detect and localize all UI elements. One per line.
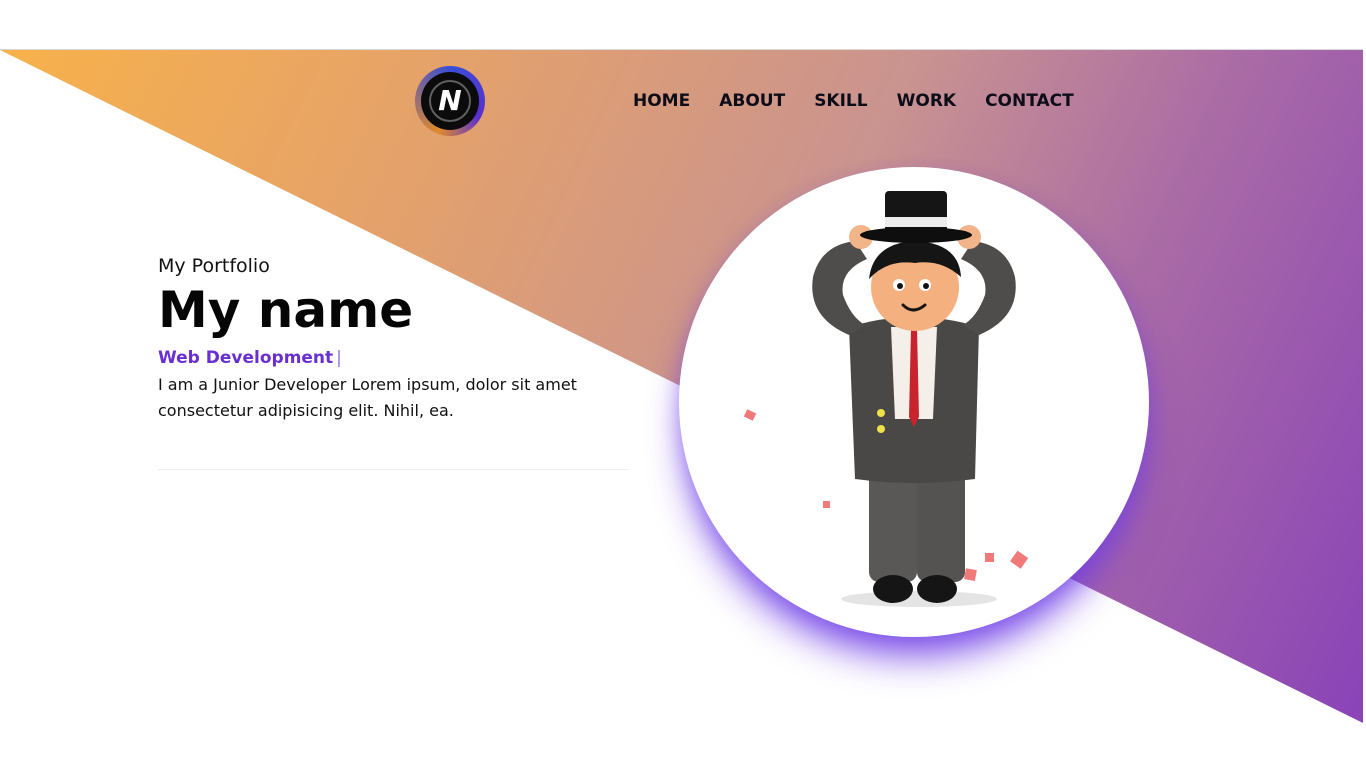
site-logo[interactable]: N	[415, 66, 485, 136]
nav-home[interactable]: HOME	[633, 91, 690, 111]
typed-role-text: Web Development	[158, 348, 334, 368]
portfolio-eyebrow: My Portfolio	[158, 255, 270, 277]
nav-contact[interactable]: CONTACT	[985, 91, 1074, 111]
n-logo-icon: N	[421, 72, 479, 130]
character-illustration	[743, 191, 1029, 607]
page: N HOME ABOUT SKILL WORK CONTACT My Portf…	[0, 0, 1366, 768]
hero-section: N HOME ABOUT SKILL WORK CONTACT My Portf…	[0, 49, 1363, 723]
typing-caret: |	[336, 348, 342, 368]
nav-about[interactable]: ABOUT	[719, 91, 785, 111]
nav-skill[interactable]: SKILL	[814, 91, 867, 111]
logo-letter: N	[438, 84, 461, 117]
typed-role: Web Development |	[158, 348, 628, 368]
hero-name: My name	[158, 281, 414, 339]
main-nav: HOME ABOUT SKILL WORK CONTACT	[633, 91, 1074, 111]
nav-work[interactable]: WORK	[897, 91, 956, 111]
portrait-circle	[679, 167, 1149, 637]
hero-intro: My Portfolio My name Web Development | I …	[158, 255, 628, 424]
hero-description: I am a Junior Developer Lorem ipsum, dol…	[158, 375, 577, 420]
hero-divider	[158, 469, 628, 470]
